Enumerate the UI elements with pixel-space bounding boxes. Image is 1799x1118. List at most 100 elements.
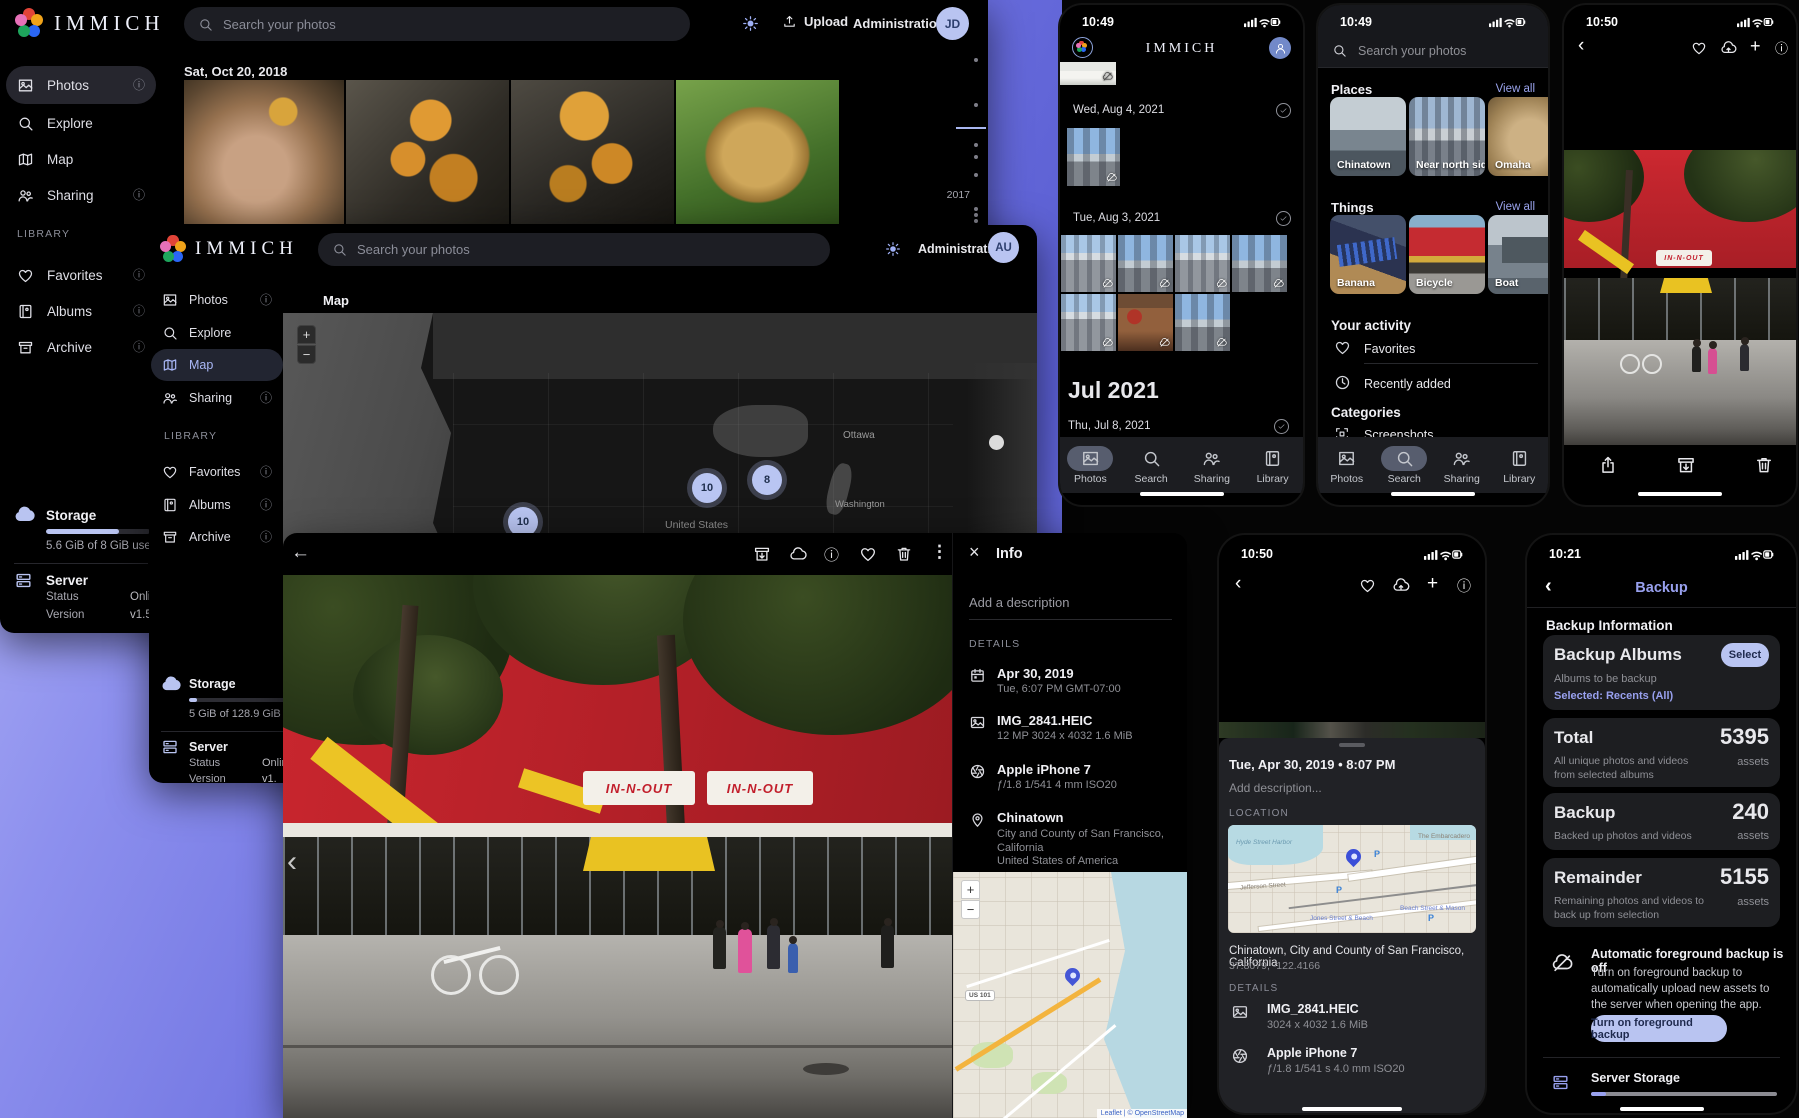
zoom-in-button[interactable]: + [961,880,980,899]
home-indicator[interactable] [1638,492,1722,496]
select-date-checkbox[interactable] [1276,103,1291,118]
search-input[interactable]: Search your photos [184,7,690,41]
sidebar-item-explore[interactable]: Explore [6,104,156,142]
location-mini-map[interactable]: US 101 + − Leaflet | © OpenStreetMap [953,872,1187,1118]
thing-card-boat[interactable]: Boat [1488,215,1548,294]
tab-library[interactable]: Library [1491,437,1549,493]
favorite-heart-icon[interactable] [859,545,877,563]
tab-search[interactable]: Search [1376,437,1434,493]
info-icon[interactable]: ⓘ [824,544,839,565]
theme-toggle-sun-icon[interactable] [885,241,901,257]
archive-download-icon[interactable] [753,545,771,563]
tab-search[interactable]: Search [1121,437,1182,493]
sidebar-item-photos[interactable]: Photosⓘ [151,284,283,316]
more-menu-icon[interactable]: ⋮ [931,542,948,562]
add-to-album-icon[interactable]: + [1427,573,1438,595]
upload-cloud-icon[interactable] [1720,40,1737,57]
favorite-heart-icon[interactable] [1359,577,1376,594]
add-to-album-icon[interactable]: + [1750,36,1761,57]
user-avatar[interactable]: JD [936,7,969,40]
sidebar-item-favorites[interactable]: Favoritesⓘ [6,256,156,294]
photo-tile[interactable] [1175,235,1230,292]
sidebar-item-sharing[interactable]: Sharingⓘ [151,382,283,414]
share-icon[interactable] [1598,455,1618,475]
sidebar-item-archive[interactable]: Archiveⓘ [6,328,156,366]
zoom-in-button[interactable]: + [297,325,316,344]
cloud-icon[interactable] [789,545,807,563]
photo-innout-storefront-large[interactable]: IN-N-OUT IN-N-OUT ‹ [283,575,952,1118]
photo-tile[interactable] [1061,294,1116,351]
trash-icon[interactable] [895,545,913,563]
home-indicator[interactable] [1302,1107,1402,1111]
close-icon[interactable]: × [969,542,980,563]
description-input[interactable]: Add a description [969,595,1069,610]
previous-photo-chevron[interactable]: ‹ [287,845,297,879]
map-cluster-marker[interactable]: 8 [752,465,782,495]
map-attribution[interactable]: Leaflet | © OpenStreetMap [1097,1109,1187,1118]
description-input[interactable]: Add description... [1229,781,1322,795]
things-view-all-link[interactable]: View all [1496,201,1535,213]
thing-card-banana[interactable]: Banana [1330,215,1406,294]
tab-sharing[interactable]: Sharing [1182,437,1243,493]
back-arrow-icon[interactable]: ← [291,542,310,564]
select-date-checkbox[interactable] [1274,419,1289,434]
sidebar-item-favorites[interactable]: Favoritesⓘ [151,456,283,488]
photo-tile[interactable] [1175,294,1230,351]
photo-tile[interactable] [1118,294,1173,351]
home-indicator[interactable] [1391,492,1475,496]
theme-toggle-sun-icon[interactable] [742,15,759,32]
photo-thumbnail-mushroom-1[interactable] [184,80,344,224]
map-cluster-marker[interactable]: 10 [692,473,722,503]
back-chevron-icon[interactable]: ‹ [1235,573,1241,595]
tab-photos[interactable]: Photos [1060,437,1121,493]
tab-library[interactable]: Library [1242,437,1303,493]
turn-on-backup-button[interactable]: Turn on foreground backup [1591,1015,1727,1042]
photo-thumbnail-basket[interactable] [676,80,839,224]
tab-photos[interactable]: Photos [1318,437,1376,493]
activity-recently-added-item[interactable]: Recently added [1364,377,1451,391]
sheet-drag-handle[interactable] [1339,743,1365,747]
photo-thumbnail-mushroom-2[interactable] [346,80,509,224]
sidebar-item-sharing[interactable]: Sharingⓘ [6,176,156,214]
place-card-chinatown[interactable]: Chinatown [1330,97,1406,176]
home-indicator[interactable] [1140,492,1224,496]
archive-icon[interactable] [1676,455,1696,475]
search-input[interactable]: Search your photos [318,233,830,266]
user-avatar[interactable]: AU [988,232,1019,263]
photo-tile[interactable] [1061,235,1116,292]
back-chevron-icon[interactable]: ‹ [1578,36,1584,55]
photo-innout-storefront[interactable]: IN-N-OUT [1564,150,1796,445]
zoom-out-button[interactable]: − [297,345,316,364]
sidebar-item-albums[interactable]: Albumsⓘ [151,489,283,521]
zoom-out-button[interactable]: − [961,900,980,919]
place-card-omaha[interactable]: Omaha [1488,97,1548,176]
profile-avatar[interactable] [1269,37,1291,59]
place-card-near-north-side[interactable]: Near north side [1409,97,1485,176]
photo-tile[interactable] [1232,235,1287,292]
places-view-all-link[interactable]: View all [1496,83,1535,95]
home-indicator[interactable] [1620,1107,1704,1111]
sidebar-item-archive[interactable]: Archiveⓘ [151,521,283,553]
tab-sharing[interactable]: Sharing [1433,437,1491,493]
location-map[interactable]: The Embarcadero Hyde Street Harbor Jeffe… [1228,825,1476,933]
photo-tile[interactable] [1067,128,1120,186]
select-albums-button[interactable]: Select [1721,643,1769,667]
photo-tile[interactable] [1118,235,1173,292]
photo-tile[interactable] [1060,62,1116,85]
administration-link[interactable]: Administration [853,16,945,31]
activity-favorites-item[interactable]: Favorites [1364,342,1415,356]
map-cluster-marker-small[interactable] [989,435,1004,450]
favorite-heart-icon[interactable] [1691,40,1707,56]
photo-thumbnail-mushroom-3[interactable] [511,80,674,224]
photo-sliver[interactable] [1219,722,1485,738]
thing-card-bicycle[interactable]: Bicycle [1409,215,1485,294]
sidebar-item-explore[interactable]: Explore [151,317,283,349]
info-icon[interactable]: ⓘ [1775,38,1788,57]
upload-cloud-icon[interactable] [1392,577,1410,595]
select-date-checkbox[interactable] [1276,211,1291,226]
sidebar-item-map[interactable]: Map [6,140,156,178]
info-icon[interactable]: ⓘ [1457,576,1471,596]
upload-button[interactable]: Upload [782,14,848,29]
trash-icon[interactable] [1754,455,1774,475]
search-input[interactable]: Search your photos [1358,44,1466,58]
